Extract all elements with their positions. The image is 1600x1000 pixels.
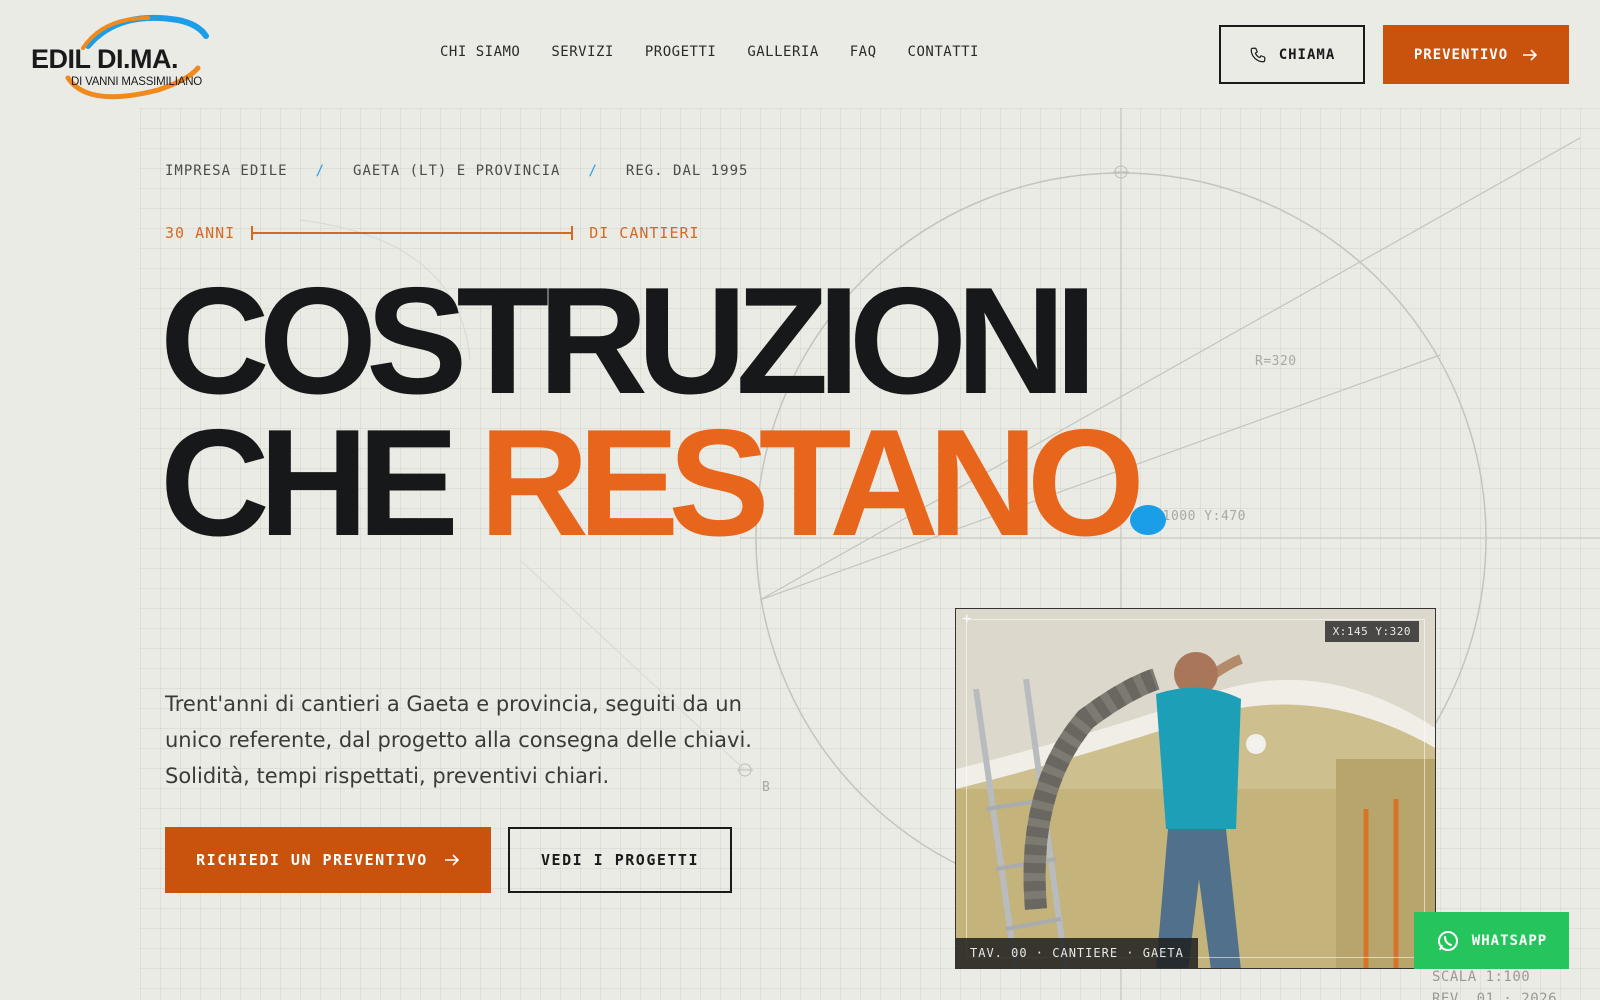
breadcrumb-item-company: IMPRESA EDILE bbox=[165, 163, 288, 179]
call-button[interactable]: CHIAMA bbox=[1219, 25, 1365, 84]
headline-line-2-plain: CHE bbox=[160, 398, 480, 568]
scale-label: SCALA 1:100 REV. 01 · 2026 bbox=[1432, 966, 1557, 1000]
breadcrumb-separator: / bbox=[588, 163, 598, 179]
nav-item-chi-siamo[interactable]: CHI SIAMO bbox=[440, 44, 520, 60]
headline-dot bbox=[1130, 505, 1167, 535]
hero-headline: COSTRUZIONI CHE RESTANO bbox=[160, 265, 1167, 559]
hero-photo: + X:145 Y:320 TAV. 00 · CANTIERE · GAETA bbox=[955, 608, 1436, 969]
nav-item-galleria[interactable]: GALLERIA bbox=[747, 44, 818, 60]
nav-item-contatti[interactable]: CONTATTI bbox=[908, 44, 979, 60]
revision-text: REV. 01 · 2026 bbox=[1432, 991, 1558, 1000]
photo-caption: TAV. 00 · CANTIERE · GAETA bbox=[956, 938, 1198, 968]
view-projects-button[interactable]: VEDI I PROGETTI bbox=[508, 827, 732, 893]
logo[interactable]: EDIL DI.MA. DI VANNI MASSIMILIANO bbox=[28, 8, 213, 102]
main-nav: CHI SIAMO SERVIZI PROGETTI GALLERIA FAQ … bbox=[440, 44, 1010, 60]
view-projects-label: VEDI I PROGETTI bbox=[541, 851, 699, 869]
headline-line-2-accent: RESTANO bbox=[479, 398, 1145, 568]
construction-photo bbox=[956, 609, 1435, 968]
request-quote-label: RICHIEDI UN PREVENTIVO bbox=[196, 851, 428, 869]
nav-item-faq[interactable]: FAQ bbox=[850, 44, 877, 60]
arrow-right-icon bbox=[1523, 48, 1538, 61]
whatsapp-label: WHATSAPP bbox=[1471, 932, 1548, 949]
whatsapp-icon bbox=[1437, 930, 1458, 951]
years-left-label: 30 ANNI bbox=[165, 224, 236, 242]
logo-title: EDIL DI.MA. bbox=[31, 44, 179, 74]
radius-label: R=320 bbox=[1255, 354, 1297, 369]
quote-button[interactable]: PREVENTIVO bbox=[1383, 25, 1569, 84]
quote-button-label: PREVENTIVO bbox=[1413, 46, 1509, 63]
call-button-label: CHIAMA bbox=[1278, 46, 1336, 63]
phone-icon bbox=[1250, 47, 1266, 62]
whatsapp-button[interactable]: WHATSAPP bbox=[1414, 912, 1569, 969]
request-quote-button[interactable]: RICHIEDI UN PREVENTIVO bbox=[165, 827, 491, 893]
nav-item-progetti[interactable]: PROGETTI bbox=[645, 44, 716, 60]
dimension-rule bbox=[251, 226, 574, 240]
breadcrumb-separator: / bbox=[315, 163, 326, 179]
breadcrumb-item-area: GAETA (LT) E PROVINCIA bbox=[353, 163, 561, 179]
site-header: EDIL DI.MA. DI VANNI MASSIMILIANO CHI SI… bbox=[0, 0, 1600, 108]
hero-lead: Trent'anni di cantieri a Gaeta e provinc… bbox=[165, 692, 752, 788]
arrow-right-icon bbox=[444, 854, 459, 866]
crosshair-icon: + bbox=[962, 611, 972, 628]
breadcrumb-item-registered: REG. DAL 1995 bbox=[625, 163, 749, 179]
logo-subtitle: DI VANNI MASSIMILIANO bbox=[71, 76, 203, 88]
years-dimension: 30 ANNI DI CANTIERI bbox=[165, 224, 700, 242]
nav-item-servizi[interactable]: SERVIZI bbox=[551, 44, 614, 60]
photo-coord-tag: X:145 Y:320 bbox=[1324, 621, 1419, 642]
years-right-label: DI CANTIERI bbox=[589, 224, 700, 242]
hero-breadcrumb: IMPRESA EDILE / GAETA (LT) E PROVINCIA /… bbox=[165, 163, 748, 179]
scale-text: SCALA 1:100 bbox=[1432, 969, 1531, 985]
